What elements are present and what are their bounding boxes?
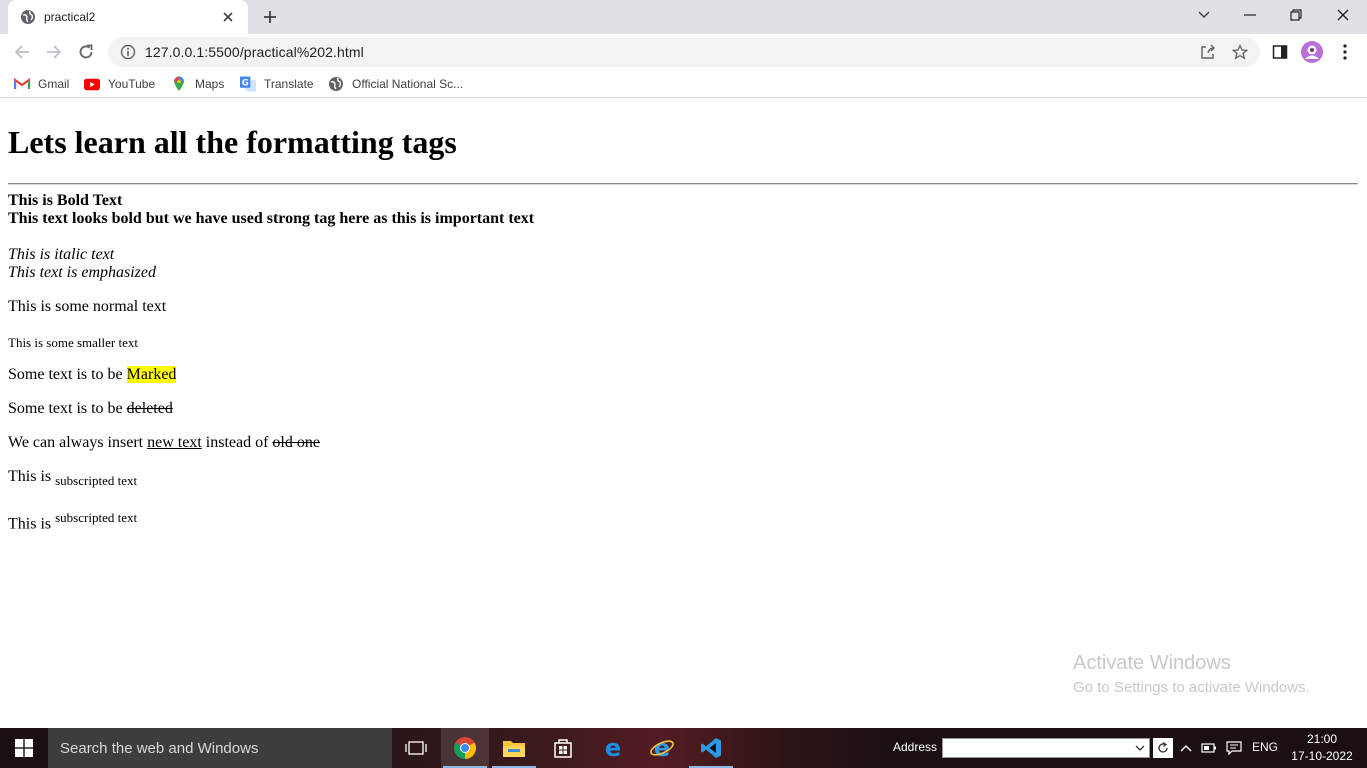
task-view-icon[interactable] [392, 728, 440, 768]
edge-icon[interactable]: e [589, 728, 637, 768]
normal-text: This is some normal text [8, 298, 167, 315]
bold-text: This is Bold Text [8, 192, 123, 209]
bookmark-maps[interactable]: Maps [171, 74, 224, 94]
bookmark-official-national[interactable]: Official National Sc... [328, 74, 463, 94]
address-toolbar-label: Address [893, 740, 938, 754]
windows-taskbar: Search the web and Windows e e Address E… [0, 728, 1367, 768]
input-language[interactable]: ENG [1252, 740, 1278, 754]
menu-kebab-icon[interactable] [1333, 40, 1357, 64]
back-icon[interactable] [8, 38, 36, 66]
marked-prefix: Some text is to be [8, 366, 127, 383]
inserted-middle: instead of [201, 434, 273, 451]
globe-icon [328, 76, 344, 92]
page-content: Lets learn all the formatting tags This … [0, 103, 1367, 728]
bookmark-star-icon[interactable] [1230, 42, 1250, 62]
close-window-icon[interactable] [1320, 0, 1366, 30]
horizontal-rule [8, 183, 1358, 185]
browser-tab[interactable]: practical2 [8, 0, 248, 34]
translate-icon: G [240, 76, 256, 92]
deleted-prefix: Some text is to be [8, 400, 127, 417]
minimize-icon[interactable] [1227, 0, 1273, 30]
bookmark-label: Maps [195, 77, 225, 91]
bookmark-label: Official National Sc... [352, 77, 464, 91]
youtube-icon [84, 76, 100, 92]
chrome-icon[interactable] [441, 728, 489, 768]
file-explorer-icon[interactable] [490, 728, 538, 768]
tab-title: practical2 [44, 10, 96, 24]
bookmark-translate[interactable]: G Translate [240, 74, 314, 94]
taskbar-search-input[interactable]: Search the web and Windows [48, 728, 392, 768]
page-heading: Lets learn all the formatting tags [8, 124, 457, 160]
inserted-word: new text [147, 434, 202, 451]
superscript-prefix: This is [8, 515, 56, 533]
store-icon[interactable] [539, 728, 587, 768]
deleted-line: Some text is to be deleted [8, 400, 173, 418]
emphasized-text: This text is emphasized [8, 264, 156, 281]
strong-text: This text looks bold but we have used st… [8, 210, 535, 227]
watermark-subtitle: Go to Settings to activate Windows. [1073, 679, 1310, 696]
system-clock[interactable]: 21:00 17-10-2022 [1288, 731, 1356, 765]
profile-avatar[interactable] [1300, 40, 1324, 64]
svg-text:G: G [242, 77, 249, 87]
subscript-line: This is subscripted text [8, 468, 137, 489]
show-hidden-icons-chevron-up-icon[interactable] [1176, 738, 1196, 758]
svg-text:e: e [605, 736, 621, 760]
activate-windows-watermark: Activate Windows Go to Settings to activ… [1073, 652, 1310, 696]
tab-search-icon[interactable] [1181, 0, 1227, 30]
windows-start-icon[interactable] [0, 728, 48, 768]
svg-text:e: e [654, 736, 670, 760]
tab-strip: practical2 [0, 0, 1367, 34]
reload-icon[interactable] [72, 38, 100, 66]
internet-explorer-icon[interactable]: e [638, 728, 686, 768]
clock-time: 21:00 [1306, 732, 1338, 746]
side-panel-icon[interactable] [1268, 40, 1292, 64]
close-tab-icon[interactable] [220, 9, 236, 25]
site-info-icon[interactable] [120, 44, 136, 60]
inserted-line: We can always insert new text instead of… [8, 434, 320, 452]
battery-icon[interactable] [1199, 738, 1219, 758]
bookmark-label: Translate [264, 77, 314, 91]
subscript-prefix: This is [8, 468, 56, 485]
bookmark-youtube[interactable]: YouTube [84, 74, 155, 94]
forward-icon[interactable] [40, 38, 68, 66]
chevron-down-icon[interactable] [1134, 742, 1146, 754]
maps-pin-icon [171, 76, 187, 92]
italic-text: This is italic text [8, 246, 115, 263]
restore-icon[interactable] [1273, 0, 1319, 30]
clock-date: 17-10-2022 [1291, 749, 1353, 763]
new-tab-icon[interactable] [258, 6, 282, 28]
notifications-icon[interactable] [1224, 738, 1244, 758]
url-text: 127.0.0.1:5500/practical%202.html [145, 44, 364, 60]
superscript-line: This is subscripted text [8, 510, 137, 533]
vscode-icon[interactable] [687, 728, 735, 768]
old-word: old one [272, 434, 320, 451]
watermark-title: Activate Windows [1073, 652, 1231, 674]
gmail-icon [14, 76, 30, 92]
inserted-prefix: We can always insert [8, 434, 148, 451]
marked-line: Some text is to be Marked [8, 366, 177, 384]
subscript-word: subscripted text [55, 473, 138, 489]
share-icon[interactable] [1198, 42, 1218, 62]
small-text: This is some smaller text [8, 335, 138, 350]
marked-word: Marked [126, 366, 177, 383]
superscript-word: subscripted text [55, 510, 138, 525]
browser-toolbar: 127.0.0.1:5500/practical%202.html [0, 34, 1367, 70]
globe-icon [20, 9, 36, 25]
bookmark-label: YouTube [108, 77, 156, 91]
bookmarks-bar: Gmail YouTube Maps G Translate Official … [0, 70, 1367, 98]
bookmark-gmail[interactable]: Gmail [14, 74, 69, 94]
deleted-word: deleted [126, 400, 173, 417]
address-bar[interactable]: 127.0.0.1:5500/practical%202.html [108, 37, 1260, 67]
bookmark-label: Gmail [38, 77, 70, 91]
address-go-icon[interactable] [1153, 738, 1173, 758]
address-toolbar-input[interactable] [942, 738, 1150, 758]
